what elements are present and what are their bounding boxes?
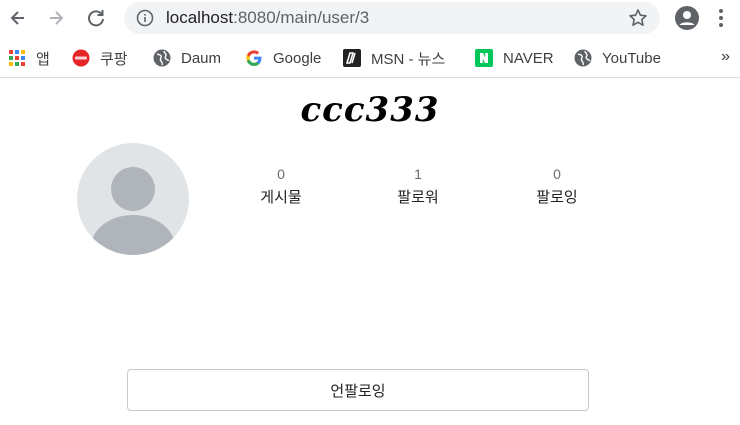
unfollow-button[interactable]: 언팔로잉 bbox=[127, 369, 589, 411]
url-path: :8080/main/user/3 bbox=[233, 8, 370, 27]
reload-button[interactable] bbox=[82, 4, 110, 32]
browser-toolbar: localhost:8080/main/user/3 bbox=[0, 0, 740, 38]
bookmark-label: Daum bbox=[181, 49, 222, 67]
bookmark-label: Google bbox=[273, 49, 322, 67]
kebab-menu-icon[interactable] bbox=[718, 8, 724, 33]
google-icon bbox=[245, 49, 263, 67]
forward-button[interactable] bbox=[42, 4, 70, 32]
naver-icon bbox=[475, 49, 493, 67]
stat-posts[interactable]: 0 게시물 bbox=[236, 165, 326, 209]
bookmarks-bar: 앱 쿠팡 Daum Google MSN - 뉴스 NAVER YouTube … bbox=[0, 38, 740, 78]
avatar bbox=[77, 143, 189, 255]
stat-following-label: 팔로잉 bbox=[536, 189, 578, 206]
bookmark-youtube[interactable]: YouTube bbox=[574, 48, 661, 68]
stat-followers[interactable]: 1 팔로워 bbox=[373, 165, 463, 209]
globe-icon bbox=[574, 49, 592, 67]
globe-icon bbox=[153, 49, 171, 67]
url-host: localhost bbox=[166, 8, 234, 27]
stat-following-count: 0 bbox=[553, 166, 561, 182]
bookmark-msn[interactable]: MSN - 뉴스 bbox=[343, 48, 445, 68]
bookmark-daum[interactable]: Daum bbox=[153, 48, 221, 68]
reload-icon bbox=[88, 10, 104, 27]
arrow-left-icon bbox=[10, 11, 24, 25]
apps-grid-icon bbox=[8, 49, 26, 67]
url-text: localhost:8080/main/user/3 bbox=[166, 8, 369, 28]
profile-avatar-icon[interactable] bbox=[675, 6, 699, 35]
bookmark-label: MSN - 뉴스 bbox=[371, 50, 446, 68]
stat-posts-count: 0 bbox=[277, 166, 285, 182]
bookmark-star-icon[interactable] bbox=[628, 8, 648, 33]
bookmark-label: 쿠팡 bbox=[100, 50, 128, 68]
coupang-icon bbox=[72, 49, 90, 67]
bookmark-google[interactable]: Google bbox=[245, 48, 321, 68]
bookmark-apps[interactable]: 앱 bbox=[8, 48, 50, 68]
bookmark-label: YouTube bbox=[602, 49, 661, 67]
back-button[interactable] bbox=[4, 4, 32, 32]
msn-icon bbox=[343, 49, 361, 67]
bookmark-coupang[interactable]: 쿠팡 bbox=[72, 48, 128, 68]
bookmark-label: 앱 bbox=[36, 50, 50, 68]
stat-followers-label: 팔로워 bbox=[397, 189, 439, 206]
address-bar[interactable]: localhost:8080/main/user/3 bbox=[124, 2, 660, 34]
bookmark-label: NAVER bbox=[503, 49, 554, 67]
user-silhouette-icon bbox=[91, 167, 175, 255]
arrow-right-icon bbox=[50, 11, 64, 25]
profile-username: ccc333 bbox=[300, 90, 440, 130]
stat-following[interactable]: 0 팔로잉 bbox=[512, 165, 602, 209]
bookmarks-overflow-button[interactable]: » bbox=[721, 48, 730, 66]
stat-followers-count: 1 bbox=[414, 166, 422, 182]
info-icon[interactable] bbox=[136, 9, 154, 32]
bookmark-naver[interactable]: NAVER bbox=[475, 48, 554, 68]
stat-posts-label: 게시물 bbox=[260, 189, 302, 206]
